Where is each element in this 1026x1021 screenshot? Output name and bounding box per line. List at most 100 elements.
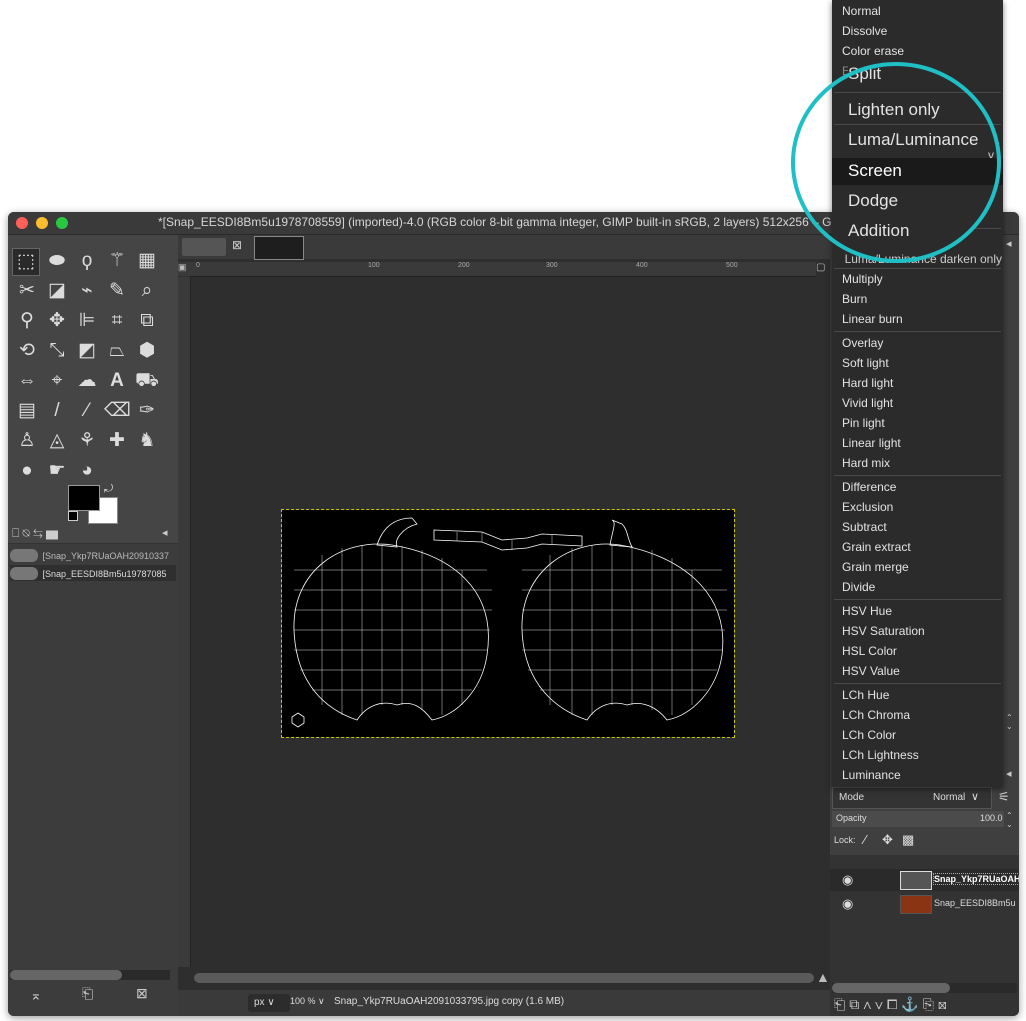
lock-alpha-icon[interactable]: ▩: [902, 832, 914, 848]
select-by-color-icon[interactable]: ▦: [134, 248, 160, 274]
menu-item[interactable]: Hard light: [842, 376, 893, 390]
close-window-button[interactable]: [16, 217, 28, 229]
list-item[interactable]: [Snap_EESDI8Bm5u19787085: [10, 565, 176, 581]
lock-pixels-icon[interactable]: ⁄: [864, 832, 866, 847]
menu-item[interactable]: Grain merge: [842, 560, 909, 574]
menu-item[interactable]: Luminance: [842, 768, 901, 782]
menu-item[interactable]: Luma/Luminance darken only: [842, 252, 1002, 266]
mypaint-brush-icon[interactable]: ◬: [44, 428, 70, 454]
menu-item[interactable]: Exclusion: [842, 500, 893, 514]
unit-select[interactable]: px ∨: [248, 994, 290, 1012]
image-tab[interactable]: [182, 238, 226, 256]
menu-item[interactable]: LCh Color: [842, 728, 896, 742]
delete-layer-icon[interactable]: ⊠: [938, 996, 951, 1012]
horizontal-scrollbar[interactable]: [10, 970, 170, 980]
anchor-icon[interactable]: ⚓: [901, 996, 922, 1012]
menu-item[interactable]: LCh Lightness: [842, 748, 919, 762]
rect-select-icon[interactable]: ⬚: [12, 248, 40, 276]
eraser-icon[interactable]: ⌫: [104, 398, 131, 424]
gradient-icon[interactable]: ▤: [14, 398, 40, 424]
menu-item[interactable]: Soft light: [842, 356, 889, 370]
align-icon[interactable]: ⊫: [74, 308, 100, 334]
menu-item[interactable]: Burn: [842, 292, 867, 306]
image-canvas[interactable]: [281, 509, 735, 738]
shear-icon[interactable]: ◩: [74, 338, 100, 364]
quick-mask-icon[interactable]: ▣: [178, 262, 190, 276]
scissors-icon[interactable]: ✂: [14, 278, 40, 304]
zoom-select[interactable]: 100 % ∨: [290, 996, 325, 1007]
list-item[interactable]: [Snap_Ykp7RUaOAH20910337: [10, 547, 176, 563]
swap-colors-icon[interactable]: ⤾: [104, 483, 113, 496]
paths-icon[interactable]: ⌁: [74, 278, 100, 304]
menu-item[interactable]: Multiply: [842, 272, 883, 286]
menu-item[interactable]: Hard mix: [842, 456, 890, 470]
cage-transform-icon[interactable]: ⌖: [44, 368, 70, 394]
menu-item[interactable]: Normal: [842, 4, 881, 18]
menu-item-zoomed[interactable]: Addition: [848, 221, 909, 241]
new-layer-icon[interactable]: ⎗: [834, 996, 849, 1012]
raise-icon[interactable]: ⌅: [30, 987, 42, 1004]
pencil-icon[interactable]: /: [44, 398, 70, 424]
dock-menu-icon[interactable]: ◂: [1006, 767, 1012, 780]
menu-item[interactable]: Difference: [842, 480, 896, 494]
tab-icons[interactable]: ⎕ ⍉ ⇆ ▆: [12, 526, 58, 541]
ellipse-select-icon[interactable]: ⬬: [44, 248, 70, 274]
bucket-fill-icon[interactable]: ⛟: [134, 368, 160, 394]
zoom-lock-icon[interactable]: ▢: [816, 262, 830, 276]
merge-icon[interactable]: ⎘: [923, 996, 938, 1012]
perspective-clone-icon[interactable]: ♞: [134, 428, 160, 454]
menu-item[interactable]: HSV Hue: [842, 604, 892, 618]
minimize-window-button[interactable]: [36, 217, 48, 229]
lasso-icon[interactable]: ϙ: [74, 248, 100, 274]
menu-item-zoomed[interactable]: Dodge: [848, 191, 898, 211]
foreground-color-swatch[interactable]: [68, 485, 100, 511]
opacity-stepper[interactable]: ⌃ ⌄: [1006, 811, 1013, 829]
table-row[interactable]: ◉ Snap_EESDI8Bm5u: [830, 893, 1019, 915]
opacity-slider[interactable]: Opacity 100.0: [832, 811, 1004, 827]
menu-item[interactable]: LCh Hue: [842, 688, 889, 702]
close-image-icon[interactable]: ⊠: [136, 985, 148, 1002]
clone-icon[interactable]: ⚘: [74, 428, 100, 454]
flip-icon[interactable]: ⇔: [14, 368, 40, 394]
lower-layer-icon[interactable]: ∨: [875, 996, 887, 1012]
menu-item[interactable]: Vivid light: [842, 396, 893, 410]
layer-name[interactable]: Snap_EESDI8Bm5u: [934, 898, 1016, 908]
dock-menu-icon[interactable]: ◂: [162, 526, 168, 539]
duplicate-layer-icon[interactable]: ⧠: [887, 996, 901, 1012]
menu-item[interactable]: Overlay: [842, 336, 883, 350]
foreground-select-icon[interactable]: ◪: [44, 278, 70, 304]
layer-name[interactable]: Snap_Ykp7RUaOAH: [933, 873, 1019, 885]
unified-transform-icon[interactable]: ⧉: [134, 308, 160, 334]
menu-item[interactable]: LCh Chroma: [842, 708, 910, 722]
warp-icon[interactable]: ☁: [74, 368, 100, 394]
dock-menu-icon[interactable]: ◂: [1006, 237, 1012, 250]
airbrush-icon[interactable]: ✑: [134, 398, 160, 424]
zoom-window-button[interactable]: [56, 217, 68, 229]
navigate-icon[interactable]: ▲: [816, 969, 830, 985]
mode-select[interactable]: Mode Normal ∨: [832, 787, 992, 809]
menu-item[interactable]: HSL Color: [842, 644, 897, 658]
lock-position-icon[interactable]: ✥: [882, 832, 893, 848]
scale-icon[interactable]: ⤡: [44, 338, 70, 364]
menu-item[interactable]: Linear burn: [842, 312, 903, 326]
measure-icon[interactable]: ⚲: [14, 308, 40, 334]
crop-icon[interactable]: ⌗: [104, 308, 130, 334]
new-group-icon[interactable]: ⧉: [849, 996, 863, 1012]
menu-item-zoomed[interactable]: Split: [848, 64, 882, 84]
blur-icon[interactable]: ●: [14, 458, 40, 484]
mode-reset-icon[interactable]: ⚟: [998, 789, 1010, 805]
menu-item[interactable]: Color erase: [842, 44, 904, 58]
text-icon[interactable]: A: [104, 368, 130, 394]
raise-layer-icon[interactable]: ∧: [863, 996, 875, 1012]
3d-transform-icon[interactable]: ⬢: [134, 338, 160, 364]
menu-item[interactable]: Dissolve: [842, 24, 887, 38]
menu-item-zoomed[interactable]: Luma/Luminance: [848, 130, 978, 150]
menu-item[interactable]: HSV Saturation: [842, 624, 925, 638]
ink-icon[interactable]: ♙: [14, 428, 40, 454]
horizontal-scrollbar[interactable]: [832, 983, 1017, 993]
table-row[interactable]: ◉ Snap_Ykp7RUaOAH: [830, 869, 1019, 891]
smudge-icon[interactable]: ☛: [44, 458, 70, 484]
color-picker-icon[interactable]: ✎: [104, 278, 130, 304]
menu-item[interactable]: Pin light: [842, 416, 885, 430]
menu-item[interactable]: Divide: [842, 580, 875, 594]
